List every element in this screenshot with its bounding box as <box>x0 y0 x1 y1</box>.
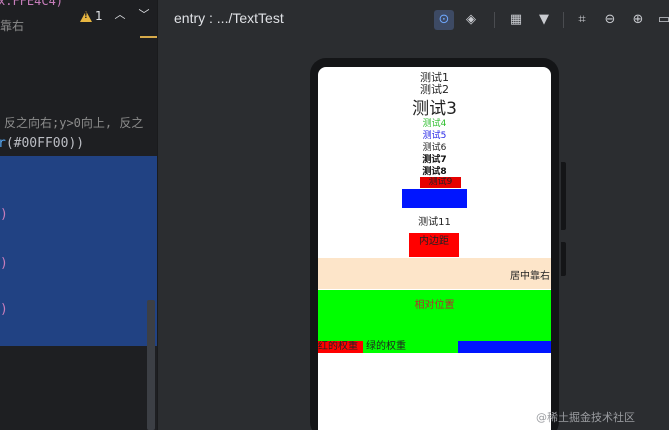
layers-icon[interactable]: ◈ <box>461 10 481 30</box>
code-selection <box>0 156 157 346</box>
inspect-icon[interactable]: ⊙ <box>434 10 454 30</box>
zoom-out-icon[interactable]: ⊖ <box>600 10 620 30</box>
code-fragment: x.FFE4C4) <box>0 0 64 8</box>
code-argument: (#00FF00)) <box>5 136 85 151</box>
device-side-button <box>561 162 566 230</box>
more-icon[interactable]: ▭ <box>654 10 669 30</box>
toolbar-separator <box>494 12 495 28</box>
code-comment: 反之向右;y>0向上, 反之 <box>4 116 144 130</box>
padding-box: 内边距 <box>409 233 459 257</box>
center-right-label: 居中靠右 <box>510 271 550 282</box>
text-9-box: 测试9 <box>420 177 461 188</box>
grid-icon[interactable]: ▦ <box>506 10 526 30</box>
editor-scrollbar[interactable] <box>147 300 155 430</box>
green-weight-label: 绿的权重 <box>366 341 406 352</box>
blue-weight-box <box>458 341 551 353</box>
code-line: r(#00FF00)) <box>0 136 84 151</box>
toolbar-separator <box>563 12 564 28</box>
center-right-row: 居中靠右 <box>318 258 551 289</box>
device-side-button <box>561 242 566 276</box>
zoom-in-icon[interactable]: ⊕ <box>628 10 648 30</box>
crop-icon[interactable]: ⌗ <box>572 10 592 30</box>
editor-top-bar: x.FFE4C4) 靠右 1 ︿ ﹀ <box>0 0 157 38</box>
previewer-panel: entry : .../TextTest ⊙ ◈ ▦ ▼ ⌗ ⊖ ⊕ ▭ 测试1… <box>158 0 669 430</box>
blue-box <box>402 189 467 208</box>
text-8: 测试8 <box>422 167 447 177</box>
chevron-up-icon[interactable]: ︿ <box>114 9 126 21</box>
code-paren: ) <box>0 207 8 222</box>
watermark: @稀土掘金技术社区 <box>536 411 635 424</box>
code-fragment: 靠右 <box>0 19 25 33</box>
code-paren: ) <box>0 256 8 271</box>
relative-position-label: 相对位置 <box>414 300 455 311</box>
relative-position-box: 相对位置 <box>318 290 551 341</box>
text-11: 测试11 <box>418 217 451 228</box>
chevron-down-icon[interactable]: ﹀ <box>138 9 150 21</box>
warning-indicator[interactable]: 1 <box>80 9 103 23</box>
red-weight-label: 红的权重 <box>318 341 363 353</box>
previewer-title: entry : .../TextTest <box>174 10 284 26</box>
tab-underline <box>140 36 157 38</box>
warning-icon <box>80 10 92 22</box>
device-screen[interactable]: 测试1 测试2 测试3 测试4 测试5 测试6 测试7 测试8 测试9 测试11… <box>318 67 551 430</box>
chevron-down-icon[interactable]: ▼ <box>534 10 554 30</box>
code-paren: ) <box>0 302 8 317</box>
warning-count: 1 <box>95 9 103 23</box>
code-editor[interactable]: x.FFE4C4) 靠右 1 ︿ ﹀ 反之向右;y>0向上, 反之 r(#00F… <box>0 0 157 430</box>
